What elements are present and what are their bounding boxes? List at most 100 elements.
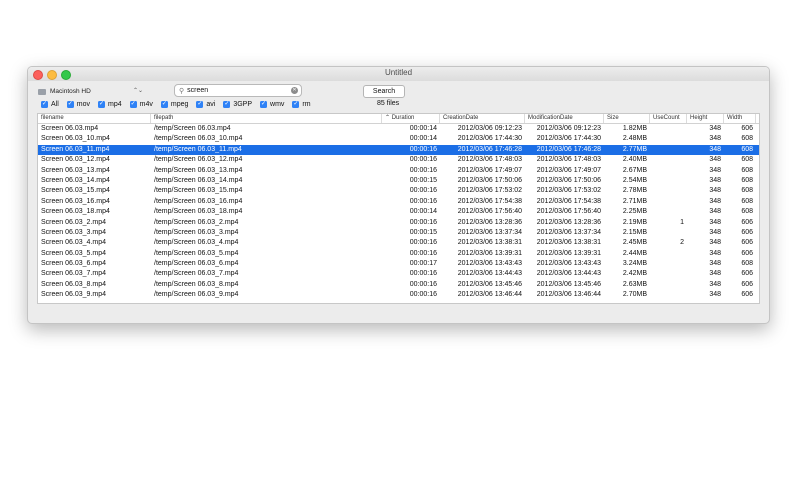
check-icon[interactable]: ✓ [260, 100, 268, 108]
table-row[interactable]: Screen 06.03_7.mp4/temp/Screen 06.03_7.m… [38, 269, 759, 279]
volume-select[interactable]: Macintosh HD ⌃⌄ [38, 86, 143, 97]
search-button[interactable]: Search [363, 85, 405, 98]
file-table[interactable]: filename filepath ⌃ Duration CreationDate Mo… [37, 113, 760, 304]
cell-width: 608 [741, 208, 753, 216]
check-icon[interactable]: ✓ [41, 100, 48, 108]
check-icon[interactable]: ✓ [98, 100, 106, 108]
column-header-filepath[interactable]: filepath [151, 114, 382, 123]
table-row[interactable]: Screen 06.03_5.mp4/temp/Screen 06.03_5.m… [38, 249, 759, 259]
filter-3gpp[interactable]: ✓ 3GPP [223, 100, 252, 108]
window-title: Untitled [384, 68, 413, 77]
search-field[interactable]: ⚲ screen ✕ [174, 84, 302, 97]
cell-size: 2.67MB [622, 166, 647, 174]
cell-filename: Screen 06.03_5.mp4 [41, 249, 106, 257]
cell-width: 608 [741, 135, 753, 143]
cell-height: 348 [709, 249, 721, 257]
cell-filename: Screen 06.03_3.mp4 [41, 228, 106, 236]
check-icon[interactable]: ✓ [129, 100, 137, 108]
table-row[interactable]: Screen 06.03_14.mp4/temp/Screen 06.03_14… [38, 176, 759, 186]
cell-width: 608 [741, 260, 753, 268]
cell-size: 1.82MB [622, 125, 647, 132]
table-row[interactable]: Screen 06.03_8.mp4/temp/Screen 06.03_8.m… [38, 280, 759, 290]
cell-creationdate: 2012/03/06 17:48:03 [457, 156, 522, 164]
table-row[interactable]: Screen 06.03_10.mp4/temp/Screen 06.03_10… [38, 134, 759, 144]
cell-modificationdate: 2012/03/06 17:54:38 [536, 197, 601, 205]
cell-size: 2.78MB [622, 187, 647, 195]
cell-filepath: /temp/Screen 06.03_2.mp4 [154, 218, 239, 226]
column-header-width[interactable]: Width [724, 114, 756, 123]
cell-size: 2.42MB [622, 270, 647, 278]
filter-all[interactable]: ✓ All [41, 100, 59, 108]
table-row[interactable]: Screen 06.03_9.mp4/temp/Screen 06.03_9.m… [38, 290, 759, 300]
table-row[interactable]: Screen 06.03_3.mp4/temp/Screen 06.03_3.m… [38, 228, 759, 238]
cell-filename: Screen 06.03_9.mp4 [41, 291, 106, 299]
cell-modificationdate: 2012/03/06 17:49:07 [536, 166, 601, 174]
cell-usecount [650, 228, 687, 238]
cell-usecount [650, 124, 687, 134]
filter-checkboxes: ✓ All ✓ mov ✓ mp4 ✓ m4v ✓ mpeg ✓ avi ✓ 3GPP ✓ wmv ✓ rm [41, 99, 319, 109]
title-bar[interactable]: Untitled [28, 67, 769, 81]
cell-size: 2.44MB [622, 249, 647, 257]
table-row[interactable]: Screen 06.03_4.mp4/temp/Screen 06.03_4.m… [38, 238, 759, 248]
filter-avi[interactable]: ✓ avi [196, 100, 215, 108]
cell-usecount [650, 259, 687, 269]
column-header-creationdate[interactable]: CreationDate [440, 114, 525, 123]
cell-filename: Screen 06.03_13.mp4 [41, 166, 110, 174]
cell-duration: 00:00:15 [409, 176, 437, 184]
table-row[interactable]: Screen 06.03_12.mp4/temp/Screen 06.03_12… [38, 155, 759, 165]
cell-width: 606 [741, 125, 753, 132]
cell-filepath: /temp/Screen 06.03_15.mp4 [154, 187, 243, 195]
cell-filepath: /temp/Screen 06.03_5.mp4 [154, 249, 239, 257]
filter-wmv[interactable]: ✓ wmv [260, 100, 284, 108]
filter-mp4[interactable]: ✓ mp4 [98, 100, 122, 108]
column-header-filename[interactable]: filename [38, 114, 151, 123]
table-row[interactable]: Screen 06.03_13.mp4/temp/Screen 06.03_13… [38, 166, 759, 176]
cell-height: 348 [709, 208, 721, 216]
check-icon[interactable]: ✓ [223, 100, 231, 108]
search-input[interactable]: screen [187, 87, 291, 94]
cell-filepath: /temp/Screen 06.03_12.mp4 [154, 156, 243, 164]
cell-height: 348 [709, 125, 721, 132]
table-row[interactable]: Screen 06.03_6.mp4/temp/Screen 06.03_6.m… [38, 259, 759, 269]
column-header-size[interactable]: Size [604, 114, 650, 123]
cell-creationdate: 2012/03/06 13:45:46 [457, 280, 522, 288]
cell-duration: 00:00:16 [409, 270, 437, 278]
cell-usecount [650, 280, 687, 290]
magnifier-icon: ⚲ [179, 87, 185, 95]
filter-rm[interactable]: ✓ rm [292, 100, 311, 108]
check-icon[interactable]: ✓ [196, 100, 204, 108]
cell-modificationdate: 2012/03/06 17:46:28 [536, 145, 601, 153]
table-row[interactable]: Screen 06.03_2.mp4/temp/Screen 06.03_2.m… [38, 218, 759, 228]
check-icon[interactable]: ✓ [66, 100, 74, 108]
column-header-height[interactable]: Height [687, 114, 724, 123]
clear-x-icon[interactable]: ✕ [291, 87, 298, 94]
cell-creationdate: 2012/03/06 13:28:36 [457, 218, 522, 226]
file-count: 85 files [377, 100, 400, 107]
table-row[interactable]: Screen 06.03_18.mp4/temp/Screen 06.03_18… [38, 207, 759, 217]
check-icon[interactable]: ✓ [292, 100, 300, 108]
column-header-usecount[interactable]: UseCount [650, 114, 687, 123]
cell-height: 348 [709, 145, 721, 153]
cell-creationdate: 2012/03/06 13:44:43 [457, 270, 522, 278]
cell-width: 608 [741, 187, 753, 195]
table-row[interactable]: Screen 06.03_11.mp4/temp/Screen 06.03_11… [38, 144, 759, 156]
cell-height: 348 [709, 156, 721, 164]
cell-width: 608 [741, 176, 753, 184]
cell-size: 2.15MB [622, 228, 647, 236]
check-icon[interactable]: ✓ [160, 100, 168, 108]
column-header-modificationdate[interactable]: ModificationDate [525, 114, 604, 123]
filter-mov[interactable]: ✓ mov [66, 100, 90, 108]
cell-duration: 00:00:16 [409, 280, 437, 288]
table-row[interactable]: Screen 06.03.mp4/temp/Screen 06.03.mp4 00… [38, 124, 759, 134]
filter-label: m4v [139, 100, 153, 108]
cell-usecount [650, 197, 687, 207]
filter-m4v[interactable]: ✓ m4v [129, 100, 153, 108]
column-header-duration[interactable]: ⌃ Duration [382, 114, 440, 123]
table-row[interactable]: Screen 06.03_16.mp4/temp/Screen 06.03_16… [38, 197, 759, 207]
cell-filepath: /temp/Screen 06.03_11.mp4 [154, 145, 242, 153]
cell-width: 606 [741, 249, 753, 257]
table-row[interactable]: Screen 06.03_15.mp4/temp/Screen 06.03_15… [38, 186, 759, 196]
filter-mpeg[interactable]: ✓ mpeg [160, 100, 188, 108]
table-body: Screen 06.03.mp4/temp/Screen 06.03.mp4 00… [38, 124, 759, 301]
cell-duration: 00:00:15 [409, 228, 437, 236]
